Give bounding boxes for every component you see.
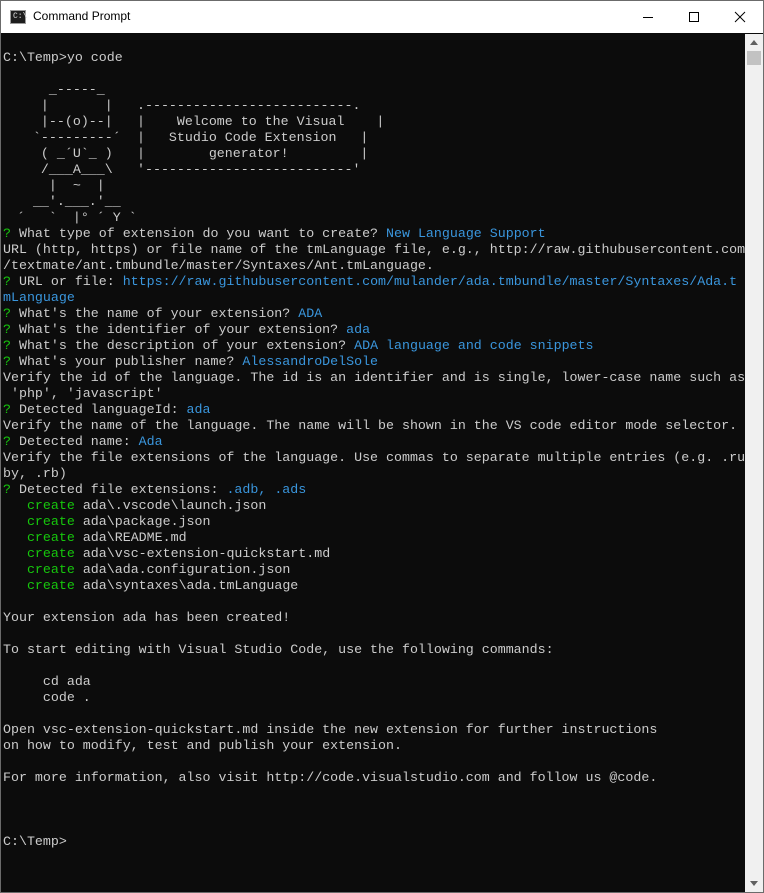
chevron-up-icon [750,40,758,45]
question-mark: ? [3,434,11,449]
start-message: To start editing with Visual Studio Code… [3,642,554,657]
question-url-answer: https://raw.githubusercontent.com/muland… [122,274,738,289]
info-line: Verify the name of the language. The nam… [3,418,738,433]
scroll-up-button[interactable] [745,34,763,51]
question-mark: ? [3,482,11,497]
maximize-button[interactable] [671,1,717,33]
created-file-path: ada\vsc-extension-quickstart.md [82,546,331,561]
created-file-path: ada\package.json [82,514,211,529]
create-verb: create [26,514,75,529]
info-line: by, .rb) [3,466,67,481]
question-identifier-answer: ada [346,322,371,337]
created-file-path: ada\README.md [82,530,187,545]
question-language-name-answer: Ada [138,434,163,449]
more-info-message: For more information, also visit http://… [3,770,658,785]
question-name-answer: ADA [298,306,323,321]
created-file-path: ada\ada.configuration.json [82,562,291,577]
close-button[interactable] [717,1,763,33]
info-line: 'php', 'javascript' [3,386,163,401]
question-type-answer: New Language Support [386,226,546,241]
chevron-down-icon [750,881,758,886]
create-verb: create [26,546,75,561]
scrollbar-thumb[interactable] [747,51,761,65]
open-message: Open vsc-extension-quickstart.md inside … [3,722,658,737]
question-url-label: URL or file: [10,274,123,289]
window-title: Command Prompt [33,9,131,23]
welcome-box-text: .--------------------------. | Welcome t… [137,98,385,177]
question-description-answer: ADA language and code snippets [354,338,594,353]
create-verb: create [26,562,75,577]
info-line: Verify the id of the language. The id is… [3,370,746,385]
final-prompt: C:\Temp> [3,834,67,849]
yeoman-banner: _-----_ | | |--(o)--| `---------´ ( _´U`… [9,82,137,226]
command-code: code . [42,690,91,705]
question-mark: ? [3,354,11,369]
created-file-path: ada\.vscode\launch.json [82,498,267,513]
info-line: URL (http, https) or file name of the tm… [3,242,746,257]
close-icon [734,11,746,23]
question-url-answer-wrap: mLanguage [3,290,75,305]
title-bar[interactable]: C:\ Command Prompt [1,1,763,33]
question-language-id-answer: ada [186,402,211,417]
command-line: C:\Temp>yo code [3,50,123,65]
open-message: on how to modify, test and publish your … [3,738,402,753]
welcome-box: .--------------------------. | Welcome t… [137,98,384,178]
question-type-label: What type of extension do you want to cr… [10,226,387,241]
question-extensions-label: Detected file extensions: [10,482,227,497]
cmd-icon: C:\ [10,10,27,24]
question-identifier-label: What's the identifier of your extension? [10,322,347,337]
vertical-scrollbar[interactable] [745,34,763,892]
question-extensions-answer: .adb, .ads [226,482,307,497]
console-output[interactable]: C:\Temp>yo code ? What type of extension… [1,34,745,892]
yeoman-ascii-art: _-----_ | | |--(o)--| `---------´ ( _´U`… [16,82,137,225]
question-mark: ? [3,274,11,289]
maximize-icon [689,12,699,22]
question-publisher-label: What's your publisher name? [10,354,243,369]
question-name-label: What's the name of your extension? [10,306,299,321]
question-mark: ? [3,338,11,353]
question-description-label: What's the description of your extension… [10,338,355,353]
minimize-button[interactable] [625,1,671,33]
created-file-path: ada\syntaxes\ada.tmLanguage [82,578,299,593]
minimize-icon [643,17,653,18]
question-publisher-answer: AlessandroDelSole [242,354,379,369]
scroll-down-button[interactable] [745,875,763,892]
question-mark: ? [3,306,11,321]
question-language-name-label: Detected name: [10,434,139,449]
question-language-id-label: Detected languageId: [10,402,187,417]
command-cd: cd ada [42,674,91,689]
create-verb: create [26,578,75,593]
question-mark: ? [3,402,11,417]
info-line: Verify the file extensions of the langua… [3,450,746,465]
create-verb: create [26,498,75,513]
create-verb: create [26,530,75,545]
question-mark: ? [3,322,11,337]
command-prompt-window: C:\ Command Prompt C:\Temp>yo code ? Wha… [0,0,764,893]
created-message: Your extension ada has been created! [3,610,291,625]
info-line: /textmate/ant.tmbundle/master/Syntaxes/A… [3,258,434,273]
question-mark: ? [3,226,11,241]
